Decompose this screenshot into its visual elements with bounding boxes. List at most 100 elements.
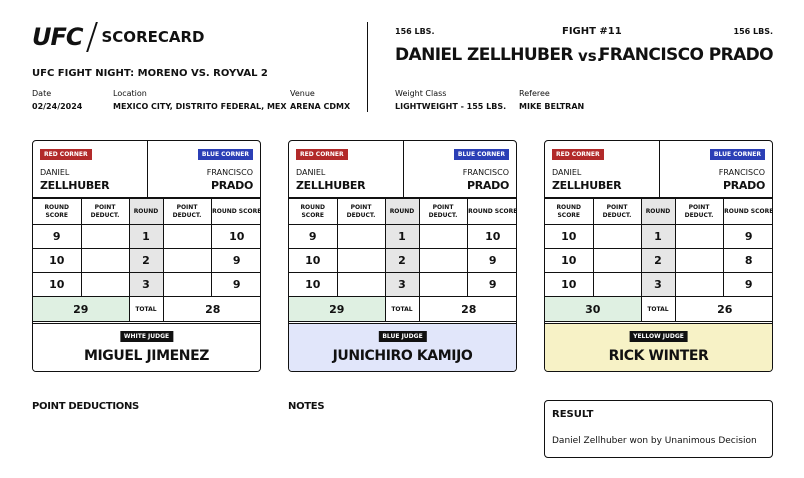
- ufc-brand: UFC SCORECARD: [32, 22, 204, 52]
- blue-score: 9: [722, 272, 772, 297]
- blue-score: 9: [210, 248, 260, 273]
- red-first-name: DANIEL: [40, 168, 70, 177]
- names-divider: [659, 141, 660, 198]
- blue-first-name: FRANCISCO: [462, 168, 509, 177]
- red-first-name: DANIEL: [552, 168, 582, 177]
- red-total: 29: [33, 296, 130, 322]
- round-header: ROUND: [384, 198, 420, 225]
- blue-first-name: FRANCISCO: [718, 168, 765, 177]
- score-table: ROUND SCORE POINT DEDUCT. ROUND POINT DE…: [33, 198, 260, 322]
- blue-score: 9: [210, 272, 260, 297]
- red-total: 29: [289, 296, 386, 322]
- judge-name: MIGUEL JIMENEZ: [83, 348, 210, 364]
- names-divider: [147, 141, 148, 198]
- blue-round-score-header: ROUND SCORE: [466, 198, 516, 225]
- location-label: Location: [113, 89, 147, 98]
- blue-last-name: PRADO: [722, 179, 765, 192]
- venue-label: Venue: [290, 89, 315, 98]
- judge-tag: WHITE JUDGE: [119, 331, 174, 342]
- ufc-logo: UFC: [32, 23, 83, 51]
- round-header: ROUND: [128, 198, 164, 225]
- judge-card: RED CORNER DANIEL ZELLHUBER BLUE CORNER …: [288, 140, 517, 372]
- round-row: 9 1 10: [289, 224, 516, 249]
- referee-value: MIKE BELTRAN: [519, 102, 585, 111]
- red-point-deduct-header: POINT DEDUCT.: [80, 198, 130, 225]
- blue-fighter-weight: 156 LBS.: [733, 27, 773, 36]
- red-fighter-weight: 156 LBS.: [395, 27, 435, 36]
- blue-score: 8: [722, 248, 772, 273]
- round-number: 2: [128, 248, 164, 273]
- blue-total: 28: [418, 296, 516, 322]
- round-number: 1: [640, 224, 676, 249]
- blue-deduction: [162, 224, 212, 249]
- blue-last-name: PRADO: [210, 179, 253, 192]
- date-value: 02/24/2024: [32, 102, 83, 111]
- referee-label: Referee: [519, 89, 550, 98]
- red-round-score-header: ROUND SCORE: [545, 198, 594, 225]
- header-divider: [367, 22, 368, 112]
- round-number: 3: [128, 272, 164, 297]
- blue-deduction: [674, 272, 724, 297]
- red-score: 10: [545, 272, 594, 297]
- red-corner-badge: RED CORNER: [552, 149, 604, 160]
- weight-class-value: LIGHTWEIGHT - 155 LBS.: [395, 102, 507, 111]
- red-last-name: ZELLHUBER: [552, 179, 622, 192]
- red-fighter-name: DANIEL ZELLHUBER: [395, 45, 573, 65]
- red-deduction: [80, 248, 130, 273]
- result-text: Daniel Zellhuber won by Unanimous Decisi…: [552, 436, 757, 446]
- date-label: Date: [32, 89, 52, 98]
- blue-fighter-name: FRANCISCO PRADO: [598, 45, 774, 65]
- blue-score: 9: [466, 272, 516, 297]
- red-first-name: DANIEL: [296, 168, 326, 177]
- event-title: UFC FIGHT NIGHT: MORENO VS. ROYVAL 2: [32, 68, 268, 79]
- judge-tag: YELLOW JUDGE: [629, 331, 688, 342]
- round-number: 2: [384, 248, 420, 273]
- round-row: 10 3 9: [33, 272, 260, 297]
- red-deduction: [592, 248, 642, 273]
- red-deduction: [336, 272, 386, 297]
- round-row: 10 1 9: [545, 224, 772, 249]
- red-last-name: ZELLHUBER: [296, 179, 366, 192]
- blue-score: 10: [210, 224, 260, 249]
- red-total: 30: [545, 296, 642, 322]
- blue-deduction: [674, 248, 724, 273]
- judge-footer: BLUE JUDGE JUNICHIRO KAMIJO: [289, 323, 516, 371]
- blue-deduction: [418, 224, 468, 249]
- total-label: TOTAL: [640, 296, 676, 322]
- total-label: TOTAL: [384, 296, 420, 322]
- round-row: 9 1 10: [33, 224, 260, 249]
- fighter-names-header: RED CORNER DANIEL ZELLHUBER BLUE CORNER …: [545, 141, 772, 198]
- judge-name: JUNICHIRO KAMIJO: [332, 348, 473, 364]
- blue-corner-badge: BLUE CORNER: [453, 149, 509, 160]
- fight-number: FIGHT #11: [562, 26, 622, 37]
- blue-corner-badge: BLUE CORNER: [709, 149, 765, 160]
- blue-last-name: PRADO: [466, 179, 509, 192]
- venue-value: ARENA CDMX: [290, 102, 351, 111]
- blue-point-deduct-header: POINT DEDUCT.: [674, 198, 724, 225]
- red-score: 10: [545, 248, 594, 273]
- result-title: RESULT: [552, 409, 594, 420]
- red-deduction: [336, 248, 386, 273]
- blue-point-deduct-header: POINT DEDUCT.: [162, 198, 212, 225]
- fighter-names-header: RED CORNER DANIEL ZELLHUBER BLUE CORNER …: [33, 141, 260, 198]
- location-value: MEXICO CITY, DISTRITO FEDERAL, MEX: [113, 102, 287, 111]
- blue-deduction: [162, 248, 212, 273]
- red-corner-badge: RED CORNER: [40, 149, 92, 160]
- round-row: 10 2 9: [33, 248, 260, 273]
- red-point-deduct-header: POINT DEDUCT.: [336, 198, 386, 225]
- judge-footer: WHITE JUDGE MIGUEL JIMENEZ: [33, 323, 260, 371]
- red-score: 10: [289, 272, 338, 297]
- blue-corner-badge: BLUE CORNER: [197, 149, 253, 160]
- red-score: 10: [545, 224, 594, 249]
- score-table-header: ROUND SCORE POINT DEDUCT. ROUND POINT DE…: [545, 198, 772, 225]
- red-deduction: [80, 272, 130, 297]
- round-row: 10 3 9: [289, 272, 516, 297]
- red-point-deduct-header: POINT DEDUCT.: [592, 198, 642, 225]
- judge-card: RED CORNER DANIEL ZELLHUBER BLUE CORNER …: [544, 140, 773, 372]
- blue-score: 9: [722, 224, 772, 249]
- blue-total: 26: [674, 296, 772, 322]
- round-row: 10 3 9: [545, 272, 772, 297]
- total-row: 30 TOTAL 26: [545, 296, 772, 322]
- round-number: 3: [384, 272, 420, 297]
- red-deduction: [592, 224, 642, 249]
